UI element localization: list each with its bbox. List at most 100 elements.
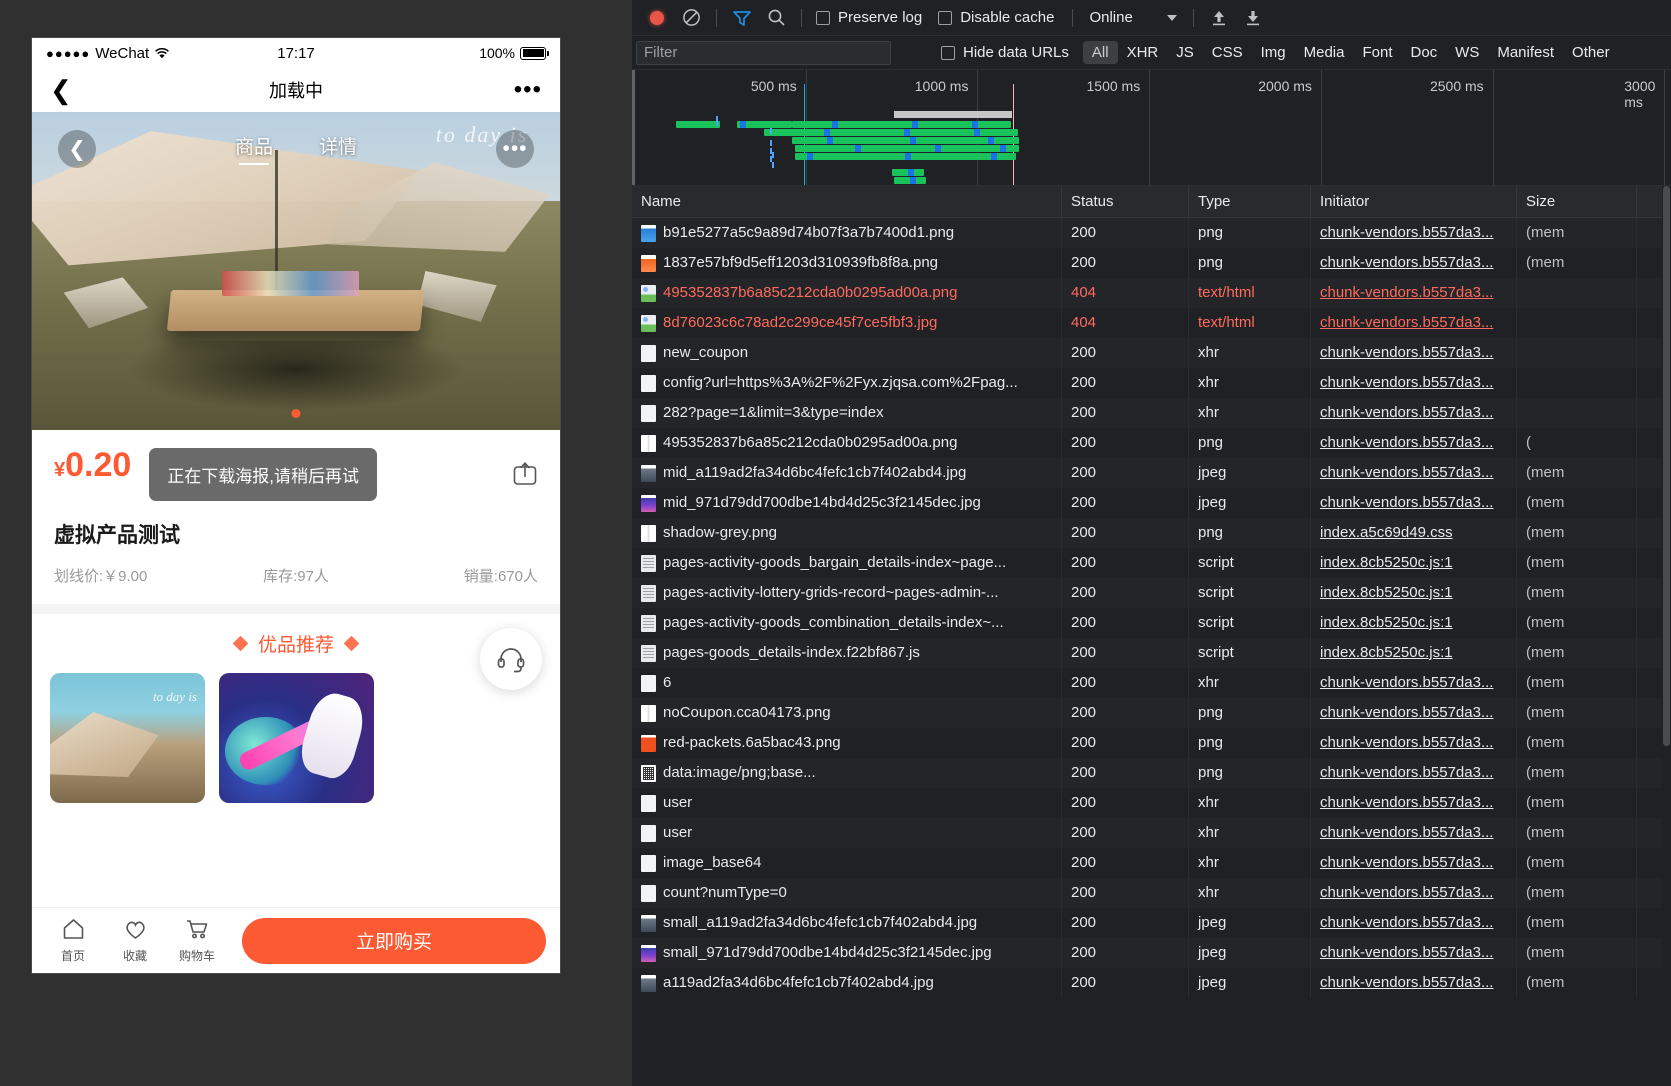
cell-name[interactable]: b91e5277a5c9a89d74b07f3a7b7400d1.png (632, 218, 1062, 248)
cell-initiator[interactable]: chunk-vendors.b557da3... (1311, 458, 1517, 488)
table-row[interactable]: config?url=https%3A%2F%2Fyx.zjqsa.com%2F… (632, 368, 1671, 398)
initiator-link[interactable]: index.8cb5250c.js:1 (1320, 614, 1453, 631)
initiator-link[interactable]: chunk-vendors.b557da3... (1320, 704, 1493, 721)
cell-initiator[interactable]: chunk-vendors.b557da3... (1311, 788, 1517, 818)
nav-more-icon[interactable]: ••• (514, 77, 542, 102)
initiator-link[interactable]: index.a5c69d49.css (1320, 524, 1453, 541)
cell-initiator[interactable]: chunk-vendors.b557da3... (1311, 818, 1517, 848)
table-row[interactable]: pages-activity-goods_bargain_details-ind… (632, 548, 1671, 578)
cell-name[interactable]: pages-activity-goods_combination_details… (632, 608, 1062, 638)
cell-initiator[interactable]: chunk-vendors.b557da3... (1311, 308, 1517, 338)
cell-name[interactable]: 282?page=1&limit=3&type=index (632, 398, 1062, 428)
type-filter-manifest[interactable]: Manifest (1488, 41, 1563, 64)
table-row[interactable]: noCoupon.cca04173.png 200 png chunk-vendors… (632, 698, 1671, 728)
column-header-type[interactable]: Type (1189, 186, 1311, 218)
cell-name[interactable]: pages-goods_details-index.f22bf867.js (632, 638, 1062, 668)
type-filter-font[interactable]: Font (1353, 41, 1401, 64)
cell-name[interactable]: new_coupon (632, 338, 1062, 368)
table-row[interactable]: 6 200 xhr chunk-vendors.b557da3... (mem (632, 668, 1671, 698)
table-row[interactable]: small_971d79dd700dbe14bd4d25c3f2145dec.j… (632, 938, 1671, 968)
bottom-nav-home[interactable]: 首页 (46, 917, 100, 964)
table-row[interactable]: 495352837b6a85c212cda0b0295ad00a.png 200 p… (632, 428, 1671, 458)
recommendation-card[interactable] (219, 673, 374, 803)
cell-initiator[interactable]: index.8cb5250c.js:1 (1311, 548, 1517, 578)
table-row[interactable]: 495352837b6a85c212cda0b0295ad00a.png 404 t… (632, 278, 1671, 308)
disable-cache-checkbox[interactable]: Disable cache (938, 9, 1054, 26)
cell-name[interactable]: user (632, 818, 1062, 848)
table-row[interactable]: pages-goods_details-index.f22bf867.js 200… (632, 638, 1671, 668)
cell-initiator[interactable]: chunk-vendors.b557da3... (1311, 938, 1517, 968)
table-row[interactable]: mid_971d79dd700dbe14bd4d25c3f2145dec.jpg… (632, 488, 1671, 518)
cell-name[interactable]: small_a119ad2fa34d6bc4fefc1cb7f402abd4.j… (632, 908, 1062, 938)
recommendation-card[interactable]: to day is (50, 673, 205, 803)
cell-initiator[interactable]: chunk-vendors.b557da3... (1311, 218, 1517, 248)
initiator-link[interactable]: chunk-vendors.b557da3... (1320, 314, 1493, 331)
cell-name[interactable]: image_base64 (632, 848, 1062, 878)
table-row[interactable]: new_coupon 200 xhr chunk-vendors.b557da3... (632, 338, 1671, 368)
initiator-link[interactable]: chunk-vendors.b557da3... (1320, 344, 1493, 361)
nav-back-icon[interactable]: ❮ (50, 77, 72, 103)
cell-initiator[interactable]: index.8cb5250c.js:1 (1311, 608, 1517, 638)
table-row[interactable]: b91e5277a5c9a89d74b07f3a7b7400d1.png 200 p… (632, 218, 1671, 248)
cell-name[interactable]: pages-activity-goods_bargain_details-ind… (632, 548, 1062, 578)
column-header-name[interactable]: Name (632, 186, 1062, 218)
throttling-dropdown[interactable]: Online (1081, 9, 1184, 26)
initiator-link[interactable]: chunk-vendors.b557da3... (1320, 284, 1493, 301)
column-header-status[interactable]: Status (1062, 186, 1189, 218)
initiator-link[interactable]: chunk-vendors.b557da3... (1320, 674, 1493, 691)
table-row[interactable]: shadow-grey.png 200 png index.a5c69d49.css (… (632, 518, 1671, 548)
cell-name[interactable]: 8d76023c6c78ad2c299ce45f7ce5fbf3.jpg (632, 308, 1062, 338)
hero-tab-goods[interactable]: 商品 (235, 132, 273, 165)
initiator-link[interactable]: chunk-vendors.b557da3... (1320, 494, 1493, 511)
cell-name[interactable]: a119ad2fa34d6bc4fefc1cb7f402abd4.jpg (632, 968, 1062, 998)
cell-name[interactable]: 495352837b6a85c212cda0b0295ad00a.png (632, 428, 1062, 458)
cell-initiator[interactable]: chunk-vendors.b557da3... (1311, 728, 1517, 758)
cell-name[interactable]: 6 (632, 668, 1062, 698)
cell-initiator[interactable]: chunk-vendors.b557da3... (1311, 908, 1517, 938)
initiator-link[interactable]: chunk-vendors.b557da3... (1320, 884, 1493, 901)
cell-name[interactable]: count?numType=0 (632, 878, 1062, 908)
table-row[interactable]: 8d76023c6c78ad2c299ce45f7ce5fbf3.jpg 404 t… (632, 308, 1671, 338)
cell-initiator[interactable]: chunk-vendors.b557da3... (1311, 428, 1517, 458)
checkbox-box[interactable] (816, 10, 830, 25)
initiator-link[interactable]: chunk-vendors.b557da3... (1320, 254, 1493, 271)
table-row[interactable]: 1837e57bf9d5eff1203d310939fb8f8a.png 200 p… (632, 248, 1671, 278)
import-har-button[interactable] (1202, 3, 1236, 33)
table-row[interactable]: a119ad2fa34d6bc4fefc1cb7f402abd4.jpg 200 j… (632, 968, 1671, 998)
table-row[interactable]: 282?page=1&limit=3&type=index 200 xhr chunk… (632, 398, 1671, 428)
initiator-link[interactable]: chunk-vendors.b557da3... (1320, 224, 1493, 241)
initiator-link[interactable]: chunk-vendors.b557da3... (1320, 734, 1493, 751)
cell-initiator[interactable]: chunk-vendors.b557da3... (1311, 368, 1517, 398)
share-icon[interactable] (512, 460, 538, 486)
cell-initiator[interactable]: index.a5c69d49.css (1311, 518, 1517, 548)
initiator-link[interactable]: chunk-vendors.b557da3... (1320, 914, 1493, 931)
hero-more-icon[interactable]: ••• (496, 130, 534, 168)
cell-name[interactable]: red-packets.6a5bac43.png (632, 728, 1062, 758)
cell-initiator[interactable]: chunk-vendors.b557da3... (1311, 668, 1517, 698)
preserve-log-checkbox[interactable]: Preserve log (816, 9, 922, 26)
cell-initiator[interactable]: chunk-vendors.b557da3... (1311, 338, 1517, 368)
cell-name[interactable]: user (632, 788, 1062, 818)
table-row[interactable]: red-packets.6a5bac43.png 200 png chunk-vend… (632, 728, 1671, 758)
cell-initiator[interactable]: chunk-vendors.b557da3... (1311, 878, 1517, 908)
cell-initiator[interactable]: chunk-vendors.b557da3... (1311, 488, 1517, 518)
type-filter-js[interactable]: JS (1167, 41, 1203, 64)
initiator-link[interactable]: chunk-vendors.b557da3... (1320, 944, 1493, 961)
cell-name[interactable]: 1837e57bf9d5eff1203d310939fb8f8a.png (632, 248, 1062, 278)
table-row[interactable]: mid_a119ad2fa34d6bc4fefc1cb7f402abd4.jpg… (632, 458, 1671, 488)
customer-service-button[interactable] (480, 628, 542, 690)
type-filter-all[interactable]: All (1082, 41, 1118, 64)
column-header-size[interactable]: Size (1517, 186, 1637, 218)
bottom-nav-cart[interactable]: 购物车 (170, 917, 224, 964)
vertical-scrollbar[interactable] (1662, 186, 1671, 1086)
buy-now-button[interactable]: 立即购买 (242, 917, 546, 964)
cell-initiator[interactable]: chunk-vendors.b557da3... (1311, 398, 1517, 428)
network-overview-timeline[interactable]: 500 ms 1000 ms 1500 ms 2000 ms 2500 ms 3000 m… (632, 70, 1671, 186)
initiator-link[interactable]: chunk-vendors.b557da3... (1320, 374, 1493, 391)
scrollbar-thumb[interactable] (1663, 186, 1670, 746)
cell-name[interactable]: mid_a119ad2fa34d6bc4fefc1cb7f402abd4.jpg (632, 458, 1062, 488)
export-har-button[interactable] (1236, 3, 1270, 33)
filter-toggle-button[interactable] (725, 3, 759, 33)
initiator-link[interactable]: index.8cb5250c.js:1 (1320, 644, 1453, 661)
search-button[interactable] (759, 3, 793, 33)
